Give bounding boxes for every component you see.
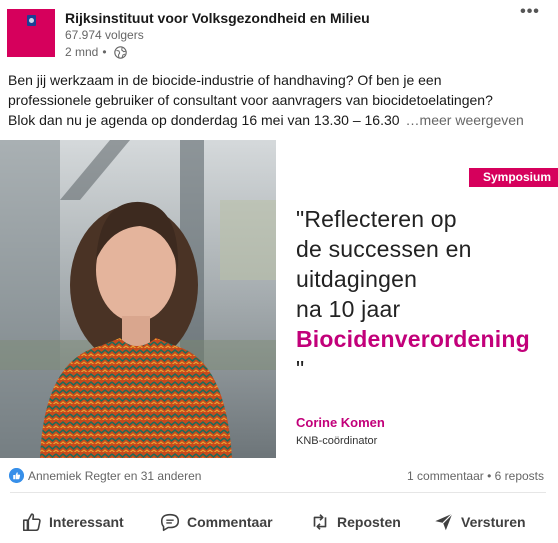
symposium-badge: Symposium	[469, 168, 558, 187]
post-header: Rijksinstituut voor Volksgezondheid en M…	[0, 0, 558, 66]
quote-accent: Biocidenverordening	[296, 326, 530, 352]
more-icon[interactable]: •••	[520, 4, 540, 24]
speaker-role: KNB-coördinator	[296, 435, 378, 447]
action-bar: Interessant Commentaar Reposten Versture…	[0, 500, 558, 543]
meta-separator: •	[102, 45, 107, 59]
globe-icon	[113, 45, 127, 59]
post-image[interactable]: Symposium "Reflecteren op de successen e…	[0, 140, 558, 458]
repost-label: Reposten	[337, 514, 401, 530]
post-text-line: professionele gebruiker of consultant vo…	[8, 92, 493, 108]
engagement-counts: 1 commentaar • 6 reposts	[407, 469, 544, 483]
post-text-line-content: Blok dan nu je agenda op donderdag 16 me…	[8, 112, 400, 128]
quote-accent-line: Biocidenverordening "	[296, 324, 546, 384]
thumbs-up-icon	[22, 513, 41, 532]
post-text-line: Ben jij werkzaam in de biocide-industrie…	[8, 72, 442, 88]
see-more-link[interactable]: …meer weergeven	[406, 112, 524, 128]
like-button[interactable]: Interessant	[21, 506, 124, 538]
quote-line: "Reflecteren op	[296, 206, 457, 232]
quote-line: de successen en	[296, 236, 472, 262]
image-quote: "Reflecteren op de successen en uitdagin…	[296, 204, 546, 384]
follower-count: 67.974 volgers	[65, 28, 144, 42]
speaker-name: Corine Komen	[296, 415, 385, 430]
quote-line: na 10 jaar	[296, 296, 401, 322]
divider	[10, 492, 546, 493]
post-body: Ben jij werkzaam in de biocide-industrie…	[8, 70, 553, 130]
comment-count[interactable]: 1 commentaar	[407, 469, 484, 483]
reactions-summary[interactable]: Annemiek Regter en 31 anderen	[28, 469, 201, 483]
company-logo[interactable]	[7, 9, 55, 57]
like-label: Interessant	[49, 514, 124, 530]
send-label: Versturen	[461, 514, 526, 530]
send-button[interactable]: Versturen	[433, 506, 526, 538]
count-separator: •	[487, 469, 492, 483]
send-icon	[435, 513, 453, 531]
speaker-photo	[0, 140, 276, 458]
quote-close: "	[296, 356, 305, 382]
post-meta: 2 mnd •	[65, 45, 127, 59]
post-text-line: Blok dan nu je agenda op donderdag 16 me…	[8, 110, 553, 130]
social-counts: Annemiek Regter en 31 anderen 1 commenta…	[0, 464, 558, 488]
repost-icon	[313, 514, 327, 530]
repost-count[interactable]: 6 reposts	[495, 469, 544, 483]
comment-label: Commentaar	[187, 514, 273, 530]
repost-button[interactable]: Reposten	[309, 506, 401, 538]
comment-icon	[160, 513, 180, 532]
quote-line: uitdagingen	[296, 266, 418, 292]
post-time: 2 mnd	[65, 45, 99, 59]
like-icon	[9, 468, 24, 483]
crest-icon	[27, 15, 36, 26]
comment-button[interactable]: Commentaar	[159, 506, 273, 538]
author-name[interactable]: Rijksinstituut voor Volksgezondheid en M…	[65, 10, 370, 26]
